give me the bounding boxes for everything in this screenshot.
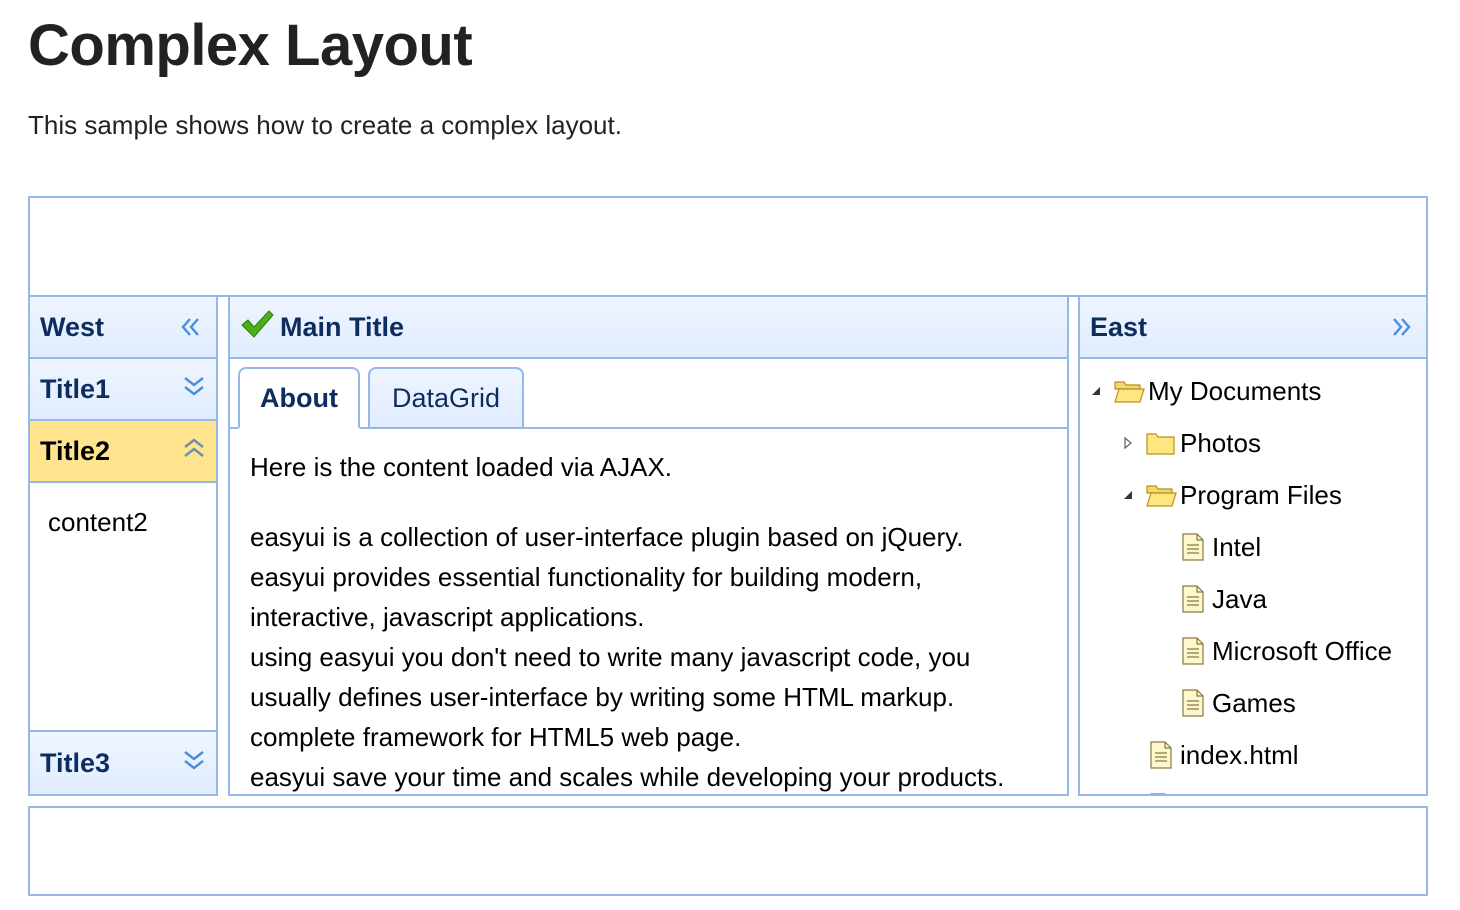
tree-node[interactable]: Java [1080,573,1426,625]
file-tree: My Documents Photos Program Files Intel Java… [1080,359,1426,795]
folder-icon [1144,427,1178,459]
expand-down-icon[interactable] [182,748,206,779]
tree-node-label: Program Files [1180,479,1342,510]
east-region: East My Documents Photos Program Files Inte… [1078,295,1428,796]
tree-node[interactable]: Photos [1080,417,1426,469]
folder-open-icon [1144,479,1178,511]
tree-node-label: index.html [1180,739,1299,770]
tree-node-label: Photos [1180,427,1261,458]
folder-open-icon [1112,375,1146,407]
tree-node[interactable]: Games [1080,677,1426,729]
center-header: Main Title [230,297,1067,359]
content-line: using easyui you don't need to write man… [250,642,971,712]
tree-node-label: Intel [1212,531,1262,562]
content-line: easyui save your time and scales while d… [250,762,1005,792]
tab-strip: About DataGrid [230,359,1067,429]
west-region: West Title1 Title2 content2 Title3 [28,295,218,796]
tree-node-label: Games [1212,687,1296,718]
tree-node-label: about.html [1180,792,1301,795]
center-title: Main Title [280,311,405,342]
file-icon [1176,531,1210,563]
accordion-title2-label: Title2 [40,435,111,466]
collapse-up-icon[interactable] [182,436,206,467]
north-region [28,196,1428,297]
west-header: West [30,297,216,359]
south-region [28,806,1428,896]
accordion-title3[interactable]: Title3 [30,732,216,794]
file-icon [1176,635,1210,667]
content-line: easyui provides essential functionality … [250,562,923,632]
expand-down-icon[interactable] [182,374,206,405]
tree-node[interactable]: index.html [1080,729,1426,781]
tree-node[interactable]: Intel [1080,521,1426,573]
tree-node[interactable]: Program Files [1080,469,1426,521]
center-region: Main Title About DataGrid Here is the co… [228,295,1069,796]
file-icon [1176,687,1210,719]
file-icon [1144,739,1178,771]
accordion-title3-label: Title3 [40,747,111,778]
file-icon [1144,791,1178,794]
tree-expanded-icon[interactable] [1112,479,1144,511]
page-title: Complex Layout [28,13,473,78]
tree-node[interactable]: My Documents [1080,365,1426,417]
accordion-content2: content2 [30,483,216,732]
tree-node-label: Microsoft Office [1212,635,1393,666]
content-line: complete framework for HTML5 web page. [250,722,742,752]
page-description: This sample shows how to create a comple… [28,110,622,140]
check-icon [240,309,274,346]
tab-content: Here is the content loaded via AJAX. eas… [230,429,1067,794]
tree-node[interactable]: Microsoft Office [1080,625,1426,677]
tree-node-label: My Documents [1148,375,1322,406]
content-intro: Here is the content loaded via AJAX. [250,452,673,482]
accordion-title1[interactable]: Title1 [30,359,216,421]
tab-about[interactable]: About [238,367,360,429]
east-title: East [1090,311,1148,342]
accordion-title2[interactable]: Title2 [30,421,216,483]
east-header: East [1080,297,1426,359]
accordion-title1-label: Title1 [40,373,111,404]
west-title: West [40,311,105,342]
content-line: easyui is a collection of user-interface… [250,522,964,552]
tree-node-label: Java [1212,583,1267,614]
tree-collapsed-icon[interactable] [1112,427,1144,459]
tree-expanded-icon[interactable] [1080,375,1112,407]
tab-datagrid[interactable]: DataGrid [368,367,524,429]
file-icon [1176,583,1210,615]
collapse-west-icon[interactable] [176,312,206,342]
tree-node[interactable]: about.html [1080,781,1426,795]
collapse-east-icon[interactable] [1386,312,1416,342]
